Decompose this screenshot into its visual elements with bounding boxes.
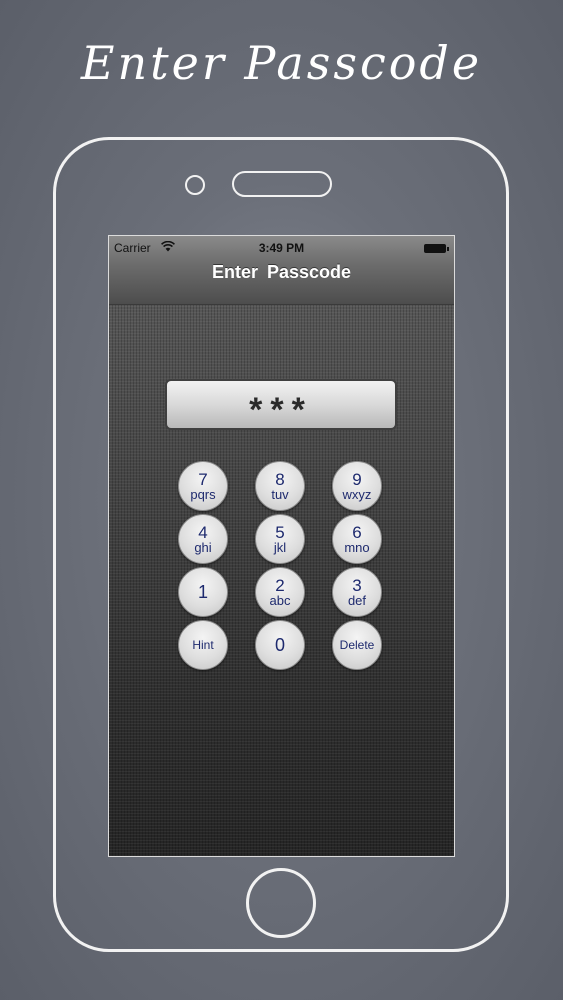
key-5[interactable]: 5 jkl xyxy=(255,514,305,564)
key-3[interactable]: 3 def xyxy=(332,567,382,617)
key-8-letters: tuv xyxy=(271,486,289,502)
key-4-digit: 4 xyxy=(198,522,208,542)
camera-icon xyxy=(185,175,205,195)
key-7-digit: 7 xyxy=(198,469,208,489)
key-8-digit: 8 xyxy=(275,469,285,489)
key-5-digit: 5 xyxy=(275,522,285,542)
battery-icon xyxy=(424,244,449,253)
key-4[interactable]: 4 ghi xyxy=(178,514,228,564)
device-screen: Carrier 3:49 PM Enter Passcode *** 7 pqr… xyxy=(108,235,455,857)
key-9[interactable]: 9 wxyz xyxy=(332,461,382,511)
delete-button-label: Delete xyxy=(339,638,375,652)
key-2-digit: 2 xyxy=(275,575,285,595)
key-4-letters: ghi xyxy=(194,539,212,555)
nav-title: Enter Passcode xyxy=(211,262,352,282)
key-9-digit: 9 xyxy=(352,469,362,489)
key-2[interactable]: 2 abc xyxy=(255,567,305,617)
key-3-digit: 3 xyxy=(352,575,362,595)
key-7[interactable]: 7 pqrs xyxy=(178,461,228,511)
key-6[interactable]: 6 mno xyxy=(332,514,382,564)
speaker-icon xyxy=(232,171,332,197)
navigation-bar: Carrier 3:49 PM Enter Passcode xyxy=(109,236,454,305)
promo-title: Enter Passcode xyxy=(80,36,483,90)
key-6-digit: 6 xyxy=(352,522,362,542)
key-1-digit: 1 xyxy=(197,581,208,602)
key-1[interactable]: 1 xyxy=(178,567,228,617)
key-9-letters: wxyz xyxy=(342,486,372,502)
key-7-letters: pqrs xyxy=(190,486,216,502)
delete-button[interactable]: Delete xyxy=(332,620,382,670)
hint-button-label: Hint xyxy=(192,638,214,652)
status-bar: Carrier 3:49 PM xyxy=(109,236,454,258)
home-button-icon xyxy=(246,868,316,938)
key-3-letters: def xyxy=(347,592,367,608)
key-0[interactable]: 0 xyxy=(255,620,305,670)
key-2-letters: abc xyxy=(269,592,291,608)
key-5-letters: jkl xyxy=(273,539,287,555)
key-6-letters: mno xyxy=(344,539,370,555)
key-0-digit: 0 xyxy=(274,634,285,655)
key-8[interactable]: 8 tuv xyxy=(255,461,305,511)
passcode-field: *** xyxy=(165,379,397,430)
status-time: 3:49 PM xyxy=(258,241,305,255)
hint-button[interactable]: Hint xyxy=(178,620,228,670)
